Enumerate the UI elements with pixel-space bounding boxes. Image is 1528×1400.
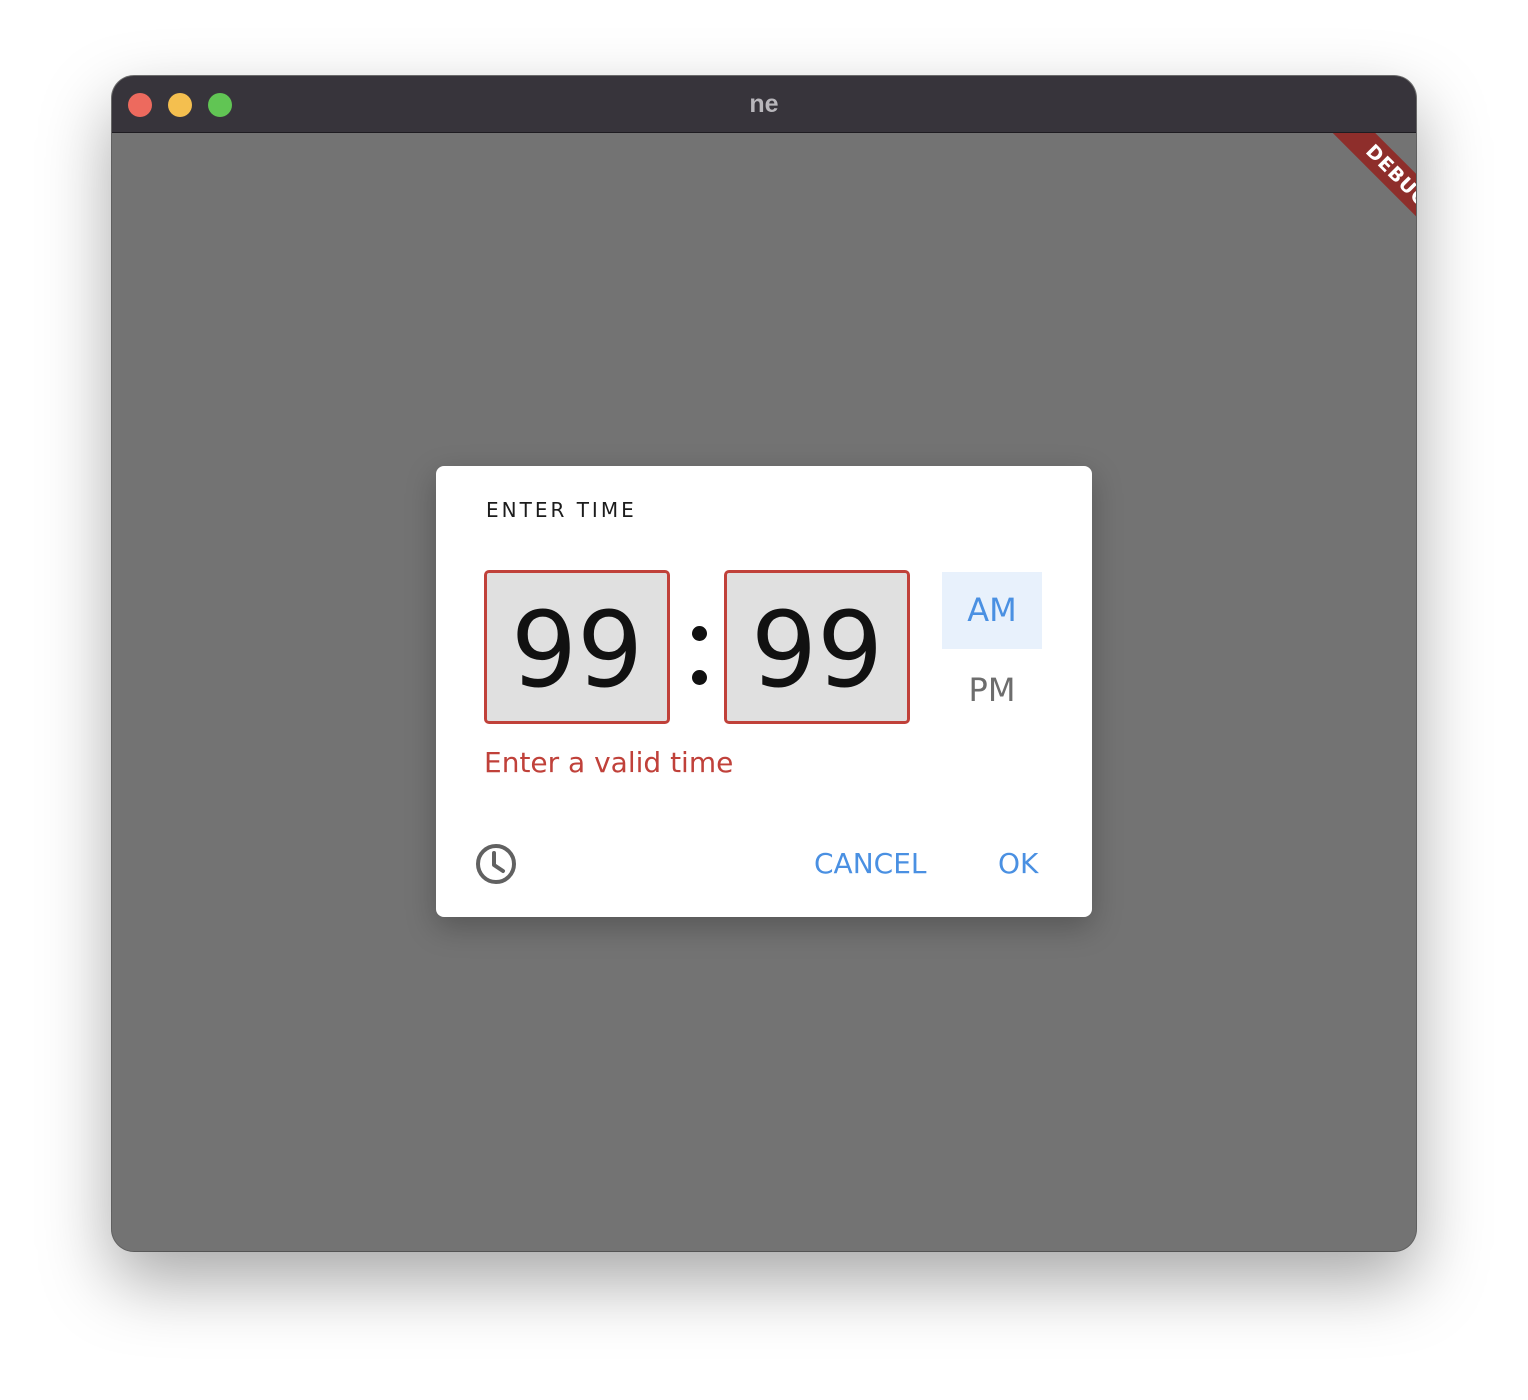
time-separator [690,624,710,690]
window-title: ne [749,90,779,118]
separator-dot [692,670,707,685]
validation-error: Enter a valid time [484,746,734,779]
cancel-button[interactable]: CANCEL [814,844,927,884]
app-content-scrim[interactable]: DEBUG ENTER TIME 99 99 AM PM Enter a val… [112,133,1416,1251]
pm-toggle[interactable]: PM [942,652,1042,729]
hour-input[interactable]: 99 [484,570,670,724]
am-toggle[interactable]: AM [942,572,1042,649]
title-bar[interactable]: ne [112,76,1416,133]
debug-banner: DEBUG [1329,133,1416,244]
time-picker-dialog: ENTER TIME 99 99 AM PM Enter a valid tim… [436,466,1092,917]
ok-button[interactable]: OK [998,844,1038,884]
clock-icon[interactable] [474,842,518,886]
dialog-title: ENTER TIME [486,498,637,522]
app-window: ne DEBUG ENTER TIME 99 99 AM PM Enter a … [112,76,1416,1251]
separator-dot [692,626,707,641]
minute-input[interactable]: 99 [724,570,910,724]
